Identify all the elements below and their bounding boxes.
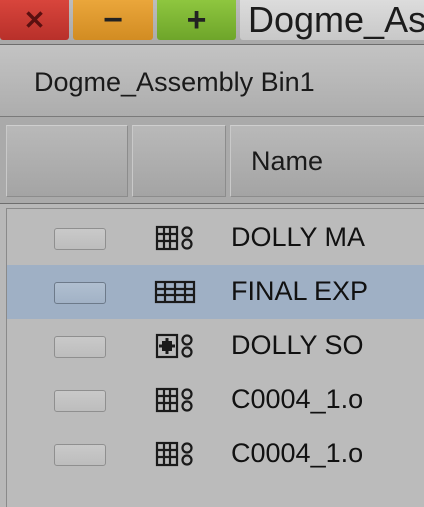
clip-name: DOLLY MA: [231, 222, 366, 252]
subclip-icon: [153, 386, 205, 414]
close-icon: ✕: [23, 5, 46, 35]
minimize-window-button[interactable]: −: [73, 0, 153, 40]
table-row[interactable]: DOLLY MA: [7, 211, 424, 265]
clip-name: C0004_1.o: [231, 438, 364, 468]
clip-name: FINAL EXP: [231, 276, 369, 306]
minimize-icon: −: [103, 1, 123, 39]
row-select-box[interactable]: [54, 282, 106, 304]
column-header-1[interactable]: [132, 125, 226, 197]
row-select-box[interactable]: [54, 444, 106, 466]
table-row[interactable]: C0004_1.o: [7, 427, 424, 481]
clip-name: C0004_1.o: [231, 384, 364, 414]
column-header-0[interactable]: [6, 125, 128, 197]
column-header-name-label: Name: [251, 146, 324, 176]
bin-title: Dogme_Assembly Bin1: [34, 67, 315, 97]
column-header-row: Name: [0, 117, 424, 204]
window-titlebar: ✕ − + Dogme_As: [0, 0, 424, 45]
window-title: Dogme_As: [240, 0, 424, 40]
maximize-icon: +: [186, 1, 207, 39]
maximize-window-button[interactable]: +: [157, 0, 236, 40]
table-row[interactable]: DOLLY SO: [7, 319, 424, 373]
table-row[interactable]: C0004_1.o: [7, 373, 424, 427]
subclip-icon: [153, 224, 205, 252]
row-select-box[interactable]: [54, 336, 106, 358]
column-header-name[interactable]: Name: [230, 125, 424, 197]
row-select-box[interactable]: [54, 228, 106, 250]
table-row[interactable]: FINAL EXP: [7, 265, 424, 319]
row-select-box[interactable]: [54, 390, 106, 412]
subclip-icon: [153, 440, 205, 468]
clip-name: DOLLY SO: [231, 330, 364, 360]
sequence-icon: [153, 278, 205, 306]
bin-title-bar: Dogme_Assembly Bin1: [0, 45, 424, 117]
group-clip-icon: [153, 332, 205, 360]
close-window-button[interactable]: ✕: [0, 0, 69, 40]
bin-clip-list: DOLLY MA FINAL EXP DOLLY SO C0004_1.o C0004_…: [6, 208, 424, 507]
